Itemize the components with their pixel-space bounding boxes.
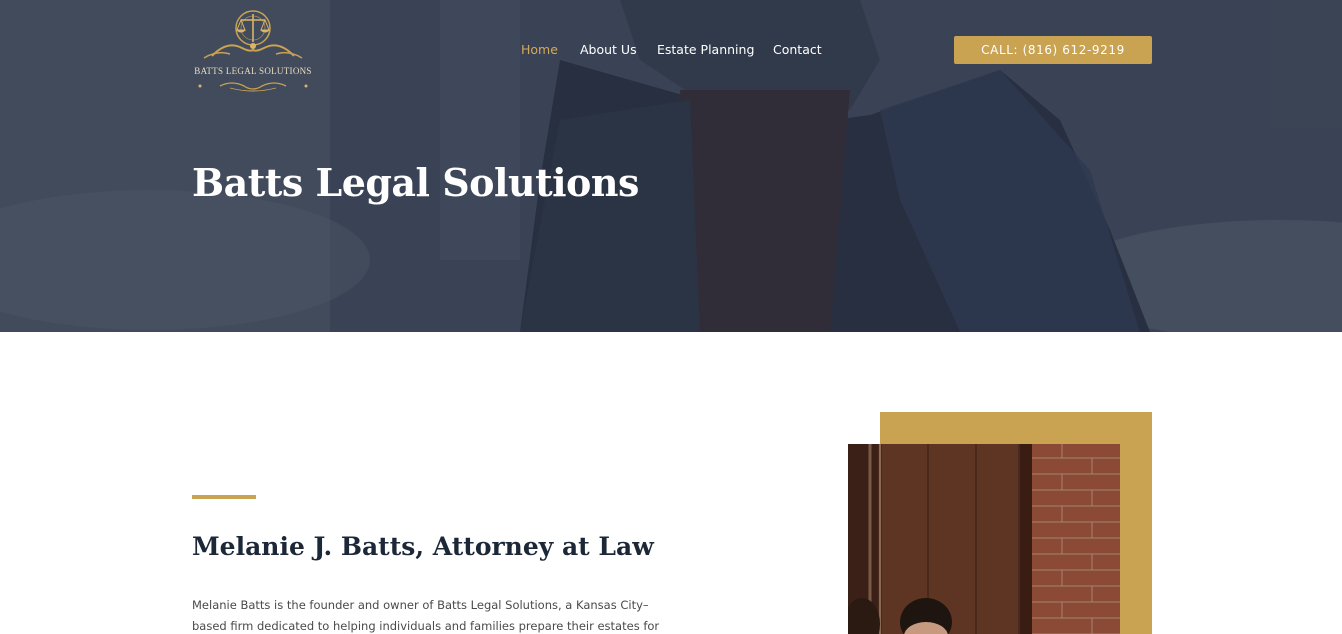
call-button[interactable]: CALL: (816) 612-9219 [954, 36, 1152, 64]
attorney-photo [848, 444, 1120, 634]
nav-contact[interactable]: Contact [773, 42, 822, 57]
nav-about-us[interactable]: About Us [580, 42, 637, 57]
bio-line-2: based firm dedicated to helping individu… [192, 619, 660, 633]
section-divider [192, 495, 256, 499]
office-photo-image [848, 444, 1120, 634]
scales-of-justice-icon [203, 10, 303, 59]
hero-banner: BATTS LEGAL SOLUTIONS Home About Us Esta… [0, 0, 1342, 332]
nav-estate-planning[interactable]: Estate Planning [657, 42, 754, 57]
logo-text: BATTS LEGAL SOLUTIONS [194, 66, 312, 76]
bio-line-1: Melanie Batts is the founder and owner o… [192, 598, 649, 612]
attorney-heading: Melanie J. Batts, Attorney at Law [192, 532, 654, 561]
hero-title: Batts Legal Solutions [192, 160, 639, 205]
attorney-bio: Melanie Batts is the founder and owner o… [192, 595, 692, 634]
site-logo[interactable]: BATTS LEGAL SOLUTIONS [192, 6, 314, 94]
logo-flourish-icon [198, 82, 308, 92]
nav-home[interactable]: Home [521, 42, 558, 57]
